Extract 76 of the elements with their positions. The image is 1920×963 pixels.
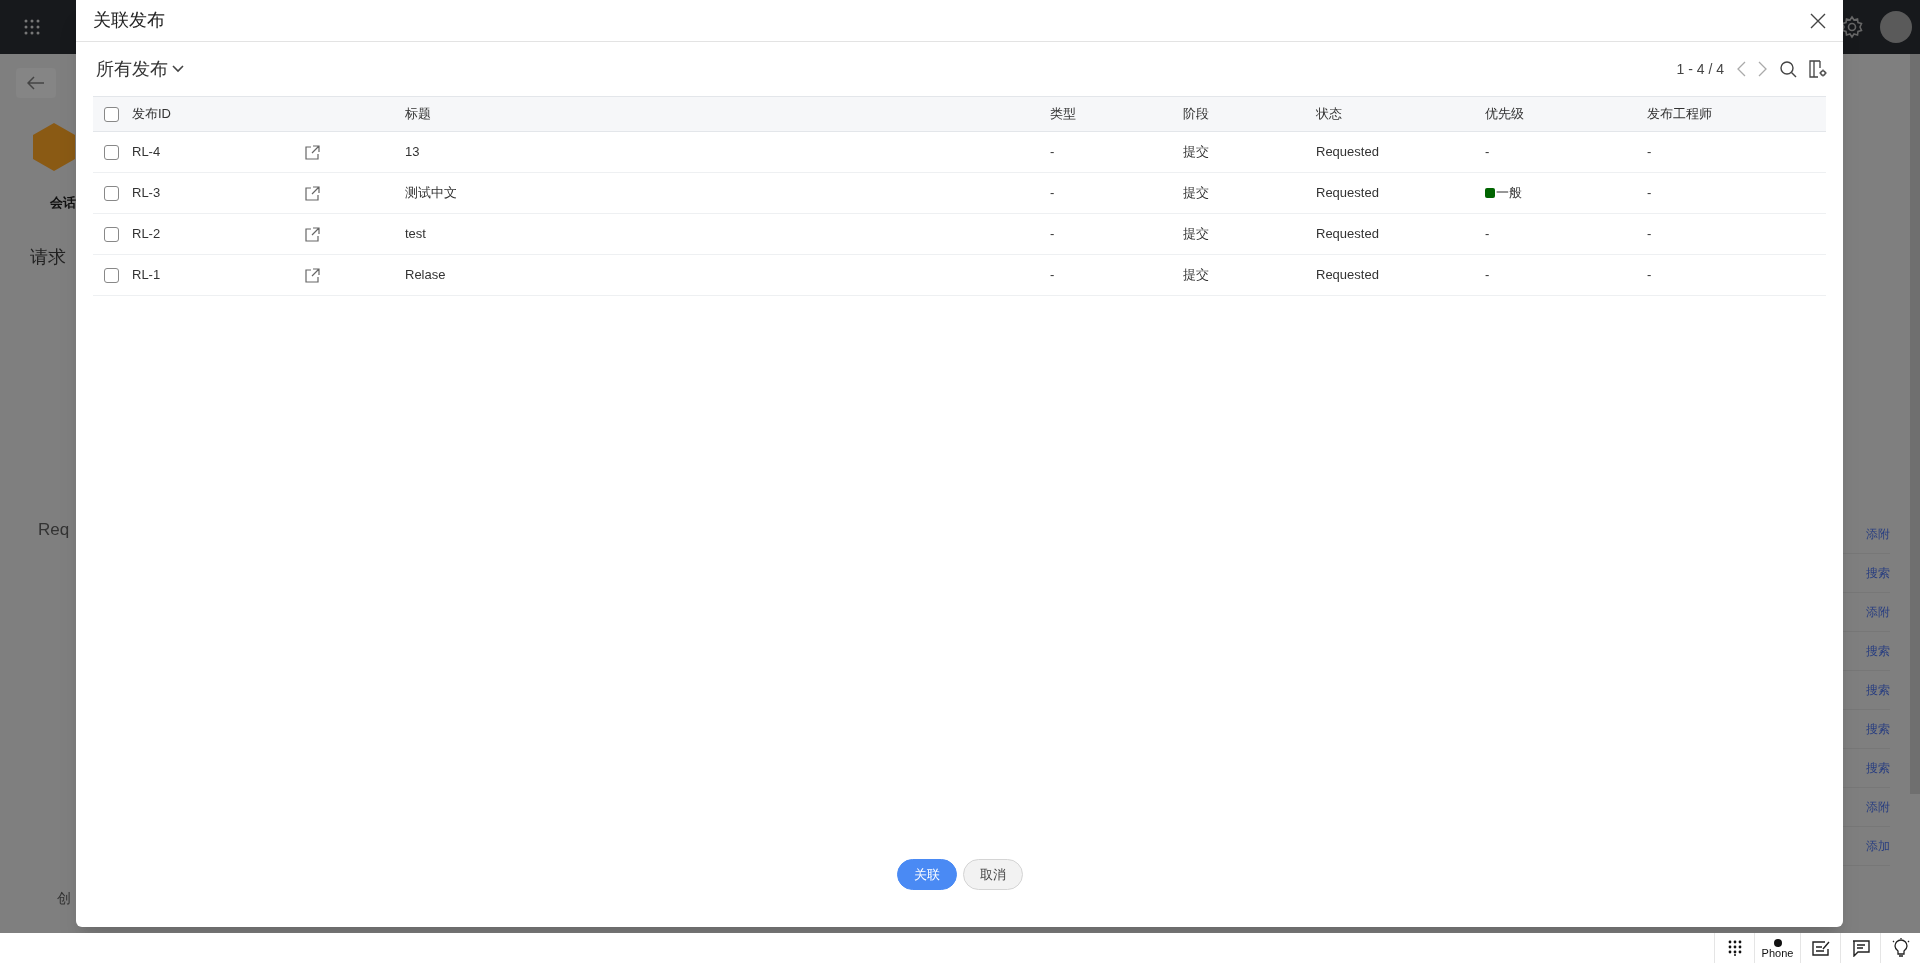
- table-cell-text: -: [1647, 184, 1652, 203]
- column-header: 阶段: [1183, 106, 1209, 122]
- column-header: 发布工程师: [1647, 106, 1712, 122]
- checkbox[interactable]: [103, 267, 119, 283]
- link[interactable]: 搜索: [1866, 720, 1890, 738]
- column-header: 优先级: [1485, 106, 1524, 122]
- back-arrow-icon: [27, 76, 45, 90]
- chat-icon: [1851, 939, 1870, 957]
- table-cell-text: RL-2: [132, 225, 161, 244]
- settings-icon[interactable]: [1840, 15, 1864, 39]
- table-cell-text: 提交: [1183, 143, 1209, 162]
- link[interactable]: 添附: [1866, 525, 1890, 543]
- section-heading: 请求: [30, 246, 66, 269]
- checkbox[interactable]: [103, 226, 119, 242]
- table-cell-text: RL-4: [132, 143, 161, 162]
- checkbox[interactable]: [103, 106, 119, 122]
- external-link-icon[interactable]: [305, 267, 320, 283]
- note-edit-icon: [1810, 940, 1831, 956]
- column-header: 发布ID: [132, 106, 171, 122]
- table-cell-text: -: [1647, 266, 1652, 285]
- table-cell-text: -: [1485, 266, 1490, 285]
- table-cell-text: 13: [405, 143, 420, 162]
- table-cell-text: -: [1050, 184, 1055, 203]
- checkbox[interactable]: [103, 185, 119, 201]
- table-cell-text: 提交: [1183, 225, 1209, 244]
- field-value: Req: [38, 519, 70, 541]
- table-cell-text: -: [1647, 143, 1652, 162]
- avatar[interactable]: [1880, 11, 1912, 43]
- table-cell-text: test: [405, 225, 426, 244]
- table-cell-text: -: [1050, 225, 1055, 244]
- table-cell-text: RL-3: [132, 184, 161, 203]
- external-link-icon[interactable]: [305, 185, 320, 201]
- link[interactable]: 添附: [1866, 798, 1890, 816]
- app-grid-icon[interactable]: [24, 19, 40, 35]
- link[interactable]: 搜索: [1866, 759, 1890, 777]
- link[interactable]: 搜索: [1866, 642, 1890, 660]
- column-header: 状态: [1316, 106, 1342, 122]
- search-icon[interactable]: [1780, 60, 1797, 78]
- lightbulb-icon: [1890, 938, 1911, 958]
- cancel-button[interactable]: 取消: [962, 859, 1023, 890]
- tab-label: 会话: [50, 194, 76, 212]
- field-label: 创: [57, 889, 71, 908]
- table-cell-text: Requested: [1316, 184, 1379, 203]
- column-header: 标题: [405, 106, 431, 122]
- table-cell-text: -: [1485, 143, 1490, 162]
- table-cell-text: 一般: [1496, 184, 1522, 203]
- view-selector[interactable]: 所有发布: [96, 55, 184, 83]
- column-header: 类型: [1050, 106, 1076, 122]
- dialog-title: 关联发布: [93, 9, 165, 32]
- external-link-icon[interactable]: [305, 226, 320, 242]
- table-cell-text: -: [1485, 225, 1490, 244]
- checkbox[interactable]: [103, 144, 119, 160]
- scrollbar[interactable]: [1910, 54, 1920, 794]
- dialpad-icon: [1727, 940, 1742, 956]
- table-cell-text: -: [1050, 266, 1055, 285]
- table-cell-text: -: [1647, 225, 1652, 244]
- pagination-text: 1 - 4 / 4: [1676, 59, 1724, 79]
- link-button[interactable]: 关联: [896, 859, 957, 890]
- table-cell-text: 提交: [1183, 266, 1209, 285]
- external-link-icon[interactable]: [305, 144, 320, 160]
- table-cell-text: 提交: [1183, 184, 1209, 203]
- link[interactable]: 搜索: [1866, 564, 1890, 582]
- table-cell-text: -: [1050, 143, 1055, 162]
- table-cell-text: RL-1: [132, 266, 161, 285]
- column-settings-icon[interactable]: [1809, 60, 1827, 78]
- table-cell-text: 测试中文: [405, 184, 457, 203]
- table-cell-text: Relase: [405, 266, 446, 285]
- link[interactable]: 搜索: [1866, 681, 1890, 699]
- link[interactable]: 添加: [1866, 837, 1890, 855]
- table-cell-text: Requested: [1316, 143, 1379, 162]
- phone-button[interactable]: Phone: [1754, 933, 1800, 963]
- link[interactable]: 添附: [1866, 603, 1890, 621]
- table-cell-text: Requested: [1316, 266, 1379, 285]
- close-icon[interactable]: [1810, 12, 1826, 29]
- table-cell-text: Requested: [1316, 225, 1379, 244]
- caret-icon: [172, 65, 184, 73]
